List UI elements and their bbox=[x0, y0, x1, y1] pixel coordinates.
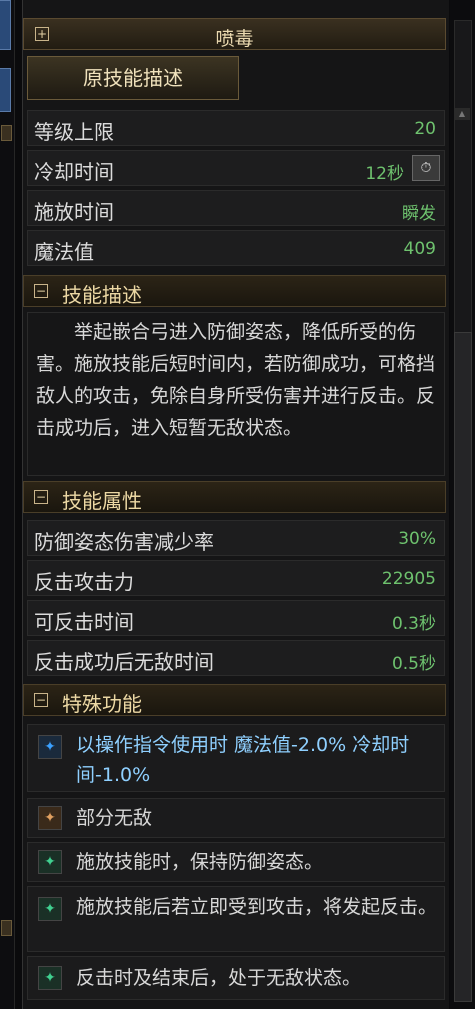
stat-value: 瞬发 bbox=[402, 204, 436, 224]
special-feature-text: 施放技能后若立即受到攻击，将发起反击。 bbox=[76, 896, 438, 918]
attribute-label: 反击攻击力 bbox=[34, 570, 134, 594]
left-window-tab[interactable] bbox=[0, 0, 11, 50]
special-feature-text: 反击时及结束后，处于无敌状态。 bbox=[76, 967, 362, 989]
attribute-value: 0.5秒 bbox=[391, 654, 436, 674]
stat-value: 12秒 bbox=[365, 164, 404, 184]
stat-value: 409 bbox=[403, 239, 436, 259]
stat-row-cast-time: 施放时间 瞬发 bbox=[27, 190, 445, 226]
section-title: 特殊功能 bbox=[62, 692, 142, 716]
collapse-minus-icon[interactable]: − bbox=[34, 284, 48, 298]
stat-row-mp: 魔法值 409 bbox=[27, 230, 445, 266]
section-header-attributes[interactable]: − 技能属性 bbox=[23, 481, 446, 513]
special-feature-row: ✦ 部分无敌 bbox=[27, 798, 445, 838]
collapse-minus-icon[interactable]: − bbox=[34, 693, 48, 707]
special-feature-text: 部分无敌 bbox=[76, 807, 153, 829]
attribute-row: 反击攻击力 22905 bbox=[27, 560, 445, 596]
attribute-value: 30% bbox=[398, 529, 436, 549]
section-header-special[interactable]: − 特殊功能 bbox=[23, 684, 446, 716]
special-feature-row: ✦ 以操作指令使用时 魔法值-2.0% 冷却时间-1.0% bbox=[27, 724, 445, 792]
attribute-value: 0.3秒 bbox=[391, 614, 436, 634]
special-feature-row: ✦ 施放技能后若立即受到攻击，将发起反击。 bbox=[27, 886, 445, 952]
stat-label: 等级上限 bbox=[34, 120, 114, 144]
stat-row-level-cap: 等级上限 20 bbox=[27, 110, 445, 146]
stat-label: 施放时间 bbox=[34, 200, 114, 224]
collapse-minus-icon[interactable]: − bbox=[34, 490, 48, 504]
skill-description-text: 举起嵌合弓进入防御姿态，降低所受的伤害。施放技能后短时间内，若防御成功，可格挡敌… bbox=[36, 321, 436, 439]
section-title: 技能属性 bbox=[62, 489, 142, 513]
stat-label: 冷却时间 bbox=[34, 160, 114, 184]
green-sparkle-icon: ✦ bbox=[38, 897, 62, 921]
special-feature-text: 施放技能时，保持防御姿态。 bbox=[76, 851, 324, 873]
special-feature-text: 以操作指令使用时 魔法值-2.0% 冷却时间-1.0% bbox=[76, 734, 410, 786]
green-sparkle-icon: ✦ bbox=[38, 966, 62, 990]
left-window-mark bbox=[1, 920, 12, 936]
stat-row-cooldown: 冷却时间 12秒 ⏱ bbox=[27, 150, 445, 186]
blue-sparkle-icon: ✦ bbox=[38, 735, 62, 759]
attribute-label: 反击成功后无敌时间 bbox=[34, 650, 214, 674]
section-header-description[interactable]: − 技能描述 bbox=[23, 275, 446, 307]
green-sparkle-icon: ✦ bbox=[38, 850, 62, 874]
scrollbar[interactable]: ▲ bbox=[450, 0, 475, 1009]
stat-label: 魔法值 bbox=[34, 240, 94, 264]
cooldown-timer-icon[interactable]: ⏱ bbox=[412, 155, 440, 181]
scroll-up-arrow-icon[interactable]: ▲ bbox=[454, 108, 470, 120]
left-window-tab[interactable] bbox=[0, 68, 11, 112]
left-window-mark bbox=[1, 125, 12, 141]
attribute-row: 可反击时间 0.3秒 bbox=[27, 600, 445, 636]
scrollbar-thumb[interactable] bbox=[454, 332, 472, 1002]
attribute-label: 防御姿态伤害减少率 bbox=[34, 530, 214, 554]
attribute-row: 防御姿态伤害减少率 30% bbox=[27, 520, 445, 556]
attribute-label: 可反击时间 bbox=[34, 610, 134, 634]
stat-value: 20 bbox=[414, 119, 436, 139]
original-description-button[interactable]: 原技能描述 bbox=[27, 56, 239, 100]
section-title: 技能描述 bbox=[62, 283, 142, 307]
skill-title-bar: + 喷毒 bbox=[23, 18, 446, 50]
skill-name: 喷毒 bbox=[215, 28, 254, 50]
attribute-value: 22905 bbox=[381, 569, 436, 589]
left-window-edge bbox=[0, 0, 15, 1009]
skill-description-box: 举起嵌合弓进入防御姿态，降低所受的伤害。施放技能后短时间内，若防御成功，可格挡敌… bbox=[27, 312, 445, 476]
special-feature-row: ✦ 反击时及结束后，处于无敌状态。 bbox=[27, 956, 445, 1000]
attribute-row: 反击成功后无敌时间 0.5秒 bbox=[27, 640, 445, 676]
special-feature-row: ✦ 施放技能时，保持防御姿态。 bbox=[27, 842, 445, 882]
orange-sparkle-icon: ✦ bbox=[38, 806, 62, 830]
